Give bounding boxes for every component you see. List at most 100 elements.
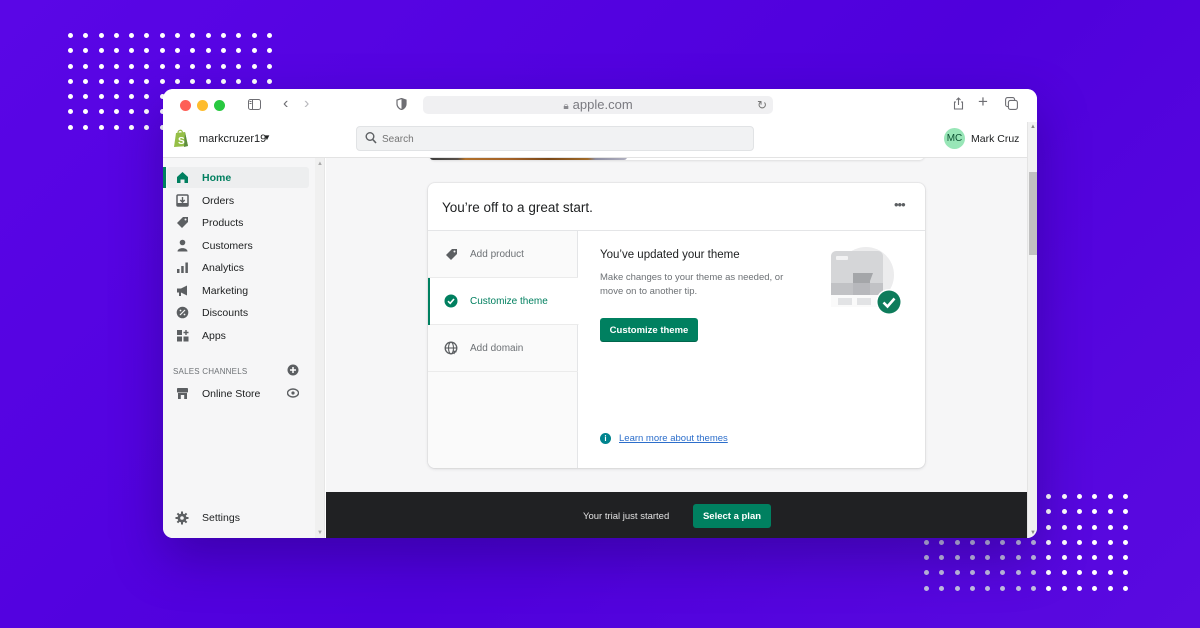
decorative-dot	[1000, 555, 1006, 561]
decorative-dot	[924, 585, 929, 591]
decorative-dot	[190, 63, 196, 69]
search-input[interactable]	[382, 131, 742, 147]
sidebar-item-orders[interactable]: Orders	[167, 190, 309, 211]
sidebar-item-home[interactable]: Home	[167, 167, 309, 188]
sidebar-item-analytics[interactable]: Analytics	[167, 257, 309, 278]
decorative-dot	[113, 33, 119, 38]
search-bar[interactable]	[356, 126, 754, 151]
tab-add-domain[interactable]: Add domain	[428, 325, 578, 372]
new-tab-icon[interactable]: +	[978, 93, 988, 110]
add-sales-channel-icon[interactable]	[287, 364, 299, 376]
learn-more-link[interactable]: Learn more about themes	[619, 433, 728, 444]
decorative-dot	[1107, 570, 1113, 576]
decorative-dot	[68, 94, 73, 100]
learn-more-row: i Learn more about themes	[600, 433, 728, 444]
decorative-dot	[1122, 555, 1128, 561]
decorative-dot	[236, 78, 242, 84]
setup-guide-card: You’re off to a great start. ••• Add pro…	[428, 183, 925, 468]
forward-icon[interactable]: ›	[304, 96, 309, 112]
scroll-down-icon[interactable]: ▼	[1030, 530, 1036, 536]
decorative-dot	[83, 109, 89, 115]
shopify-logo-icon[interactable]: S	[173, 129, 189, 148]
main-scrollbar[interactable]: ▲ ▼	[1027, 122, 1037, 538]
sidebar-item-label: Marketing	[202, 284, 249, 297]
reload-icon[interactable]: ↻	[757, 96, 767, 114]
sidebar-item-label: Products	[202, 216, 244, 229]
lock-icon: 🔒︎	[563, 101, 569, 112]
share-icon[interactable]	[953, 97, 964, 113]
decorative-dot	[144, 48, 150, 54]
decorative-dot	[985, 555, 991, 561]
decorative-dot	[98, 94, 104, 100]
decorative-dot	[159, 63, 165, 69]
decorative-dot	[1092, 524, 1098, 530]
scrollbar-thumb[interactable]	[1029, 172, 1037, 255]
customize-theme-button[interactable]: Customize theme	[600, 318, 698, 342]
user-avatar[interactable]: MC	[944, 128, 965, 149]
megaphone-icon	[174, 283, 190, 299]
sidebar-item-settings[interactable]: Settings	[167, 507, 309, 528]
zoom-window-button[interactable]	[214, 100, 225, 111]
scroll-up-icon[interactable]: ▲	[317, 161, 323, 167]
minimize-window-button[interactable]	[197, 100, 208, 111]
decorative-dot	[1107, 524, 1113, 530]
decorative-dot	[98, 33, 104, 38]
sidebar-item-discounts[interactable]: Discounts	[167, 302, 309, 323]
address-bar[interactable]: 🔒︎ apple.com ↻	[423, 96, 773, 114]
store-dropdown-icon[interactable]: ▼	[263, 133, 271, 142]
scroll-down-icon[interactable]: ▼	[317, 530, 323, 536]
window-controls	[180, 100, 225, 111]
decorative-dot	[220, 63, 226, 69]
decorative-dot	[129, 33, 135, 38]
user-name[interactable]: Mark Cruz	[971, 133, 1019, 145]
tag-icon	[444, 247, 458, 261]
decorative-dot	[1122, 494, 1128, 499]
decorative-dot	[205, 33, 211, 38]
decorative-dot	[1122, 570, 1128, 576]
decorative-dot	[68, 33, 73, 38]
decorative-dot	[1000, 539, 1006, 545]
browser-toolbar: ‹ › 🔒︎ apple.com ↻ +	[163, 89, 1037, 122]
sidebar-scrollbar[interactable]: ▲ ▼	[315, 158, 325, 538]
check-circle-icon	[444, 294, 458, 308]
back-icon[interactable]: ‹	[283, 96, 288, 112]
select-plan-button[interactable]: Select a plan	[693, 504, 771, 528]
close-window-button[interactable]	[180, 100, 191, 111]
sidebar-item-label: Online Store	[202, 387, 261, 400]
decorative-dot	[1092, 555, 1098, 561]
decorative-dot	[83, 78, 89, 84]
sidebar-item-apps[interactable]: Apps	[167, 325, 309, 346]
tab-customize-theme[interactable]: Customize theme	[428, 278, 579, 325]
decorative-dot	[251, 78, 257, 84]
scroll-up-icon[interactable]: ▲	[1030, 124, 1036, 130]
more-actions-icon[interactable]: •••	[894, 197, 906, 212]
url-text: apple.com	[572, 97, 633, 112]
decorative-dot	[1092, 570, 1098, 576]
globe-icon	[444, 341, 458, 355]
decorative-dot	[144, 109, 150, 115]
decorative-dot	[1015, 539, 1021, 545]
decorative-dot	[220, 48, 226, 54]
decorative-dot	[113, 124, 119, 130]
shield-icon[interactable]	[396, 97, 407, 113]
sidebar-nav: Home Orders Products Customers Analytics…	[163, 158, 315, 538]
decorative-dot	[954, 555, 960, 561]
decorative-dot	[939, 585, 945, 591]
decorative-dot	[924, 539, 929, 545]
view-store-eye-icon[interactable]	[287, 387, 299, 399]
store-name[interactable]: markcruzer19	[199, 133, 266, 145]
trial-banner: Your trial just started Select a plan	[326, 492, 1027, 538]
sidebar-item-products[interactable]: Products	[167, 212, 309, 233]
decorative-dot	[1031, 585, 1037, 591]
decorative-dot	[954, 539, 960, 545]
sidebar-item-customers[interactable]: Customers	[167, 235, 309, 256]
decorative-dot	[1046, 524, 1052, 530]
decorative-dot	[924, 555, 929, 561]
sidebar-toggle-icon[interactable]	[248, 97, 261, 113]
tab-add-product[interactable]: Add product	[428, 231, 578, 278]
decorative-dot	[939, 555, 945, 561]
sidebar-item-marketing[interactable]: Marketing	[167, 280, 309, 301]
decorative-dot	[1031, 570, 1037, 576]
decorative-dot	[205, 48, 211, 54]
tabs-overview-icon[interactable]	[1005, 97, 1018, 113]
